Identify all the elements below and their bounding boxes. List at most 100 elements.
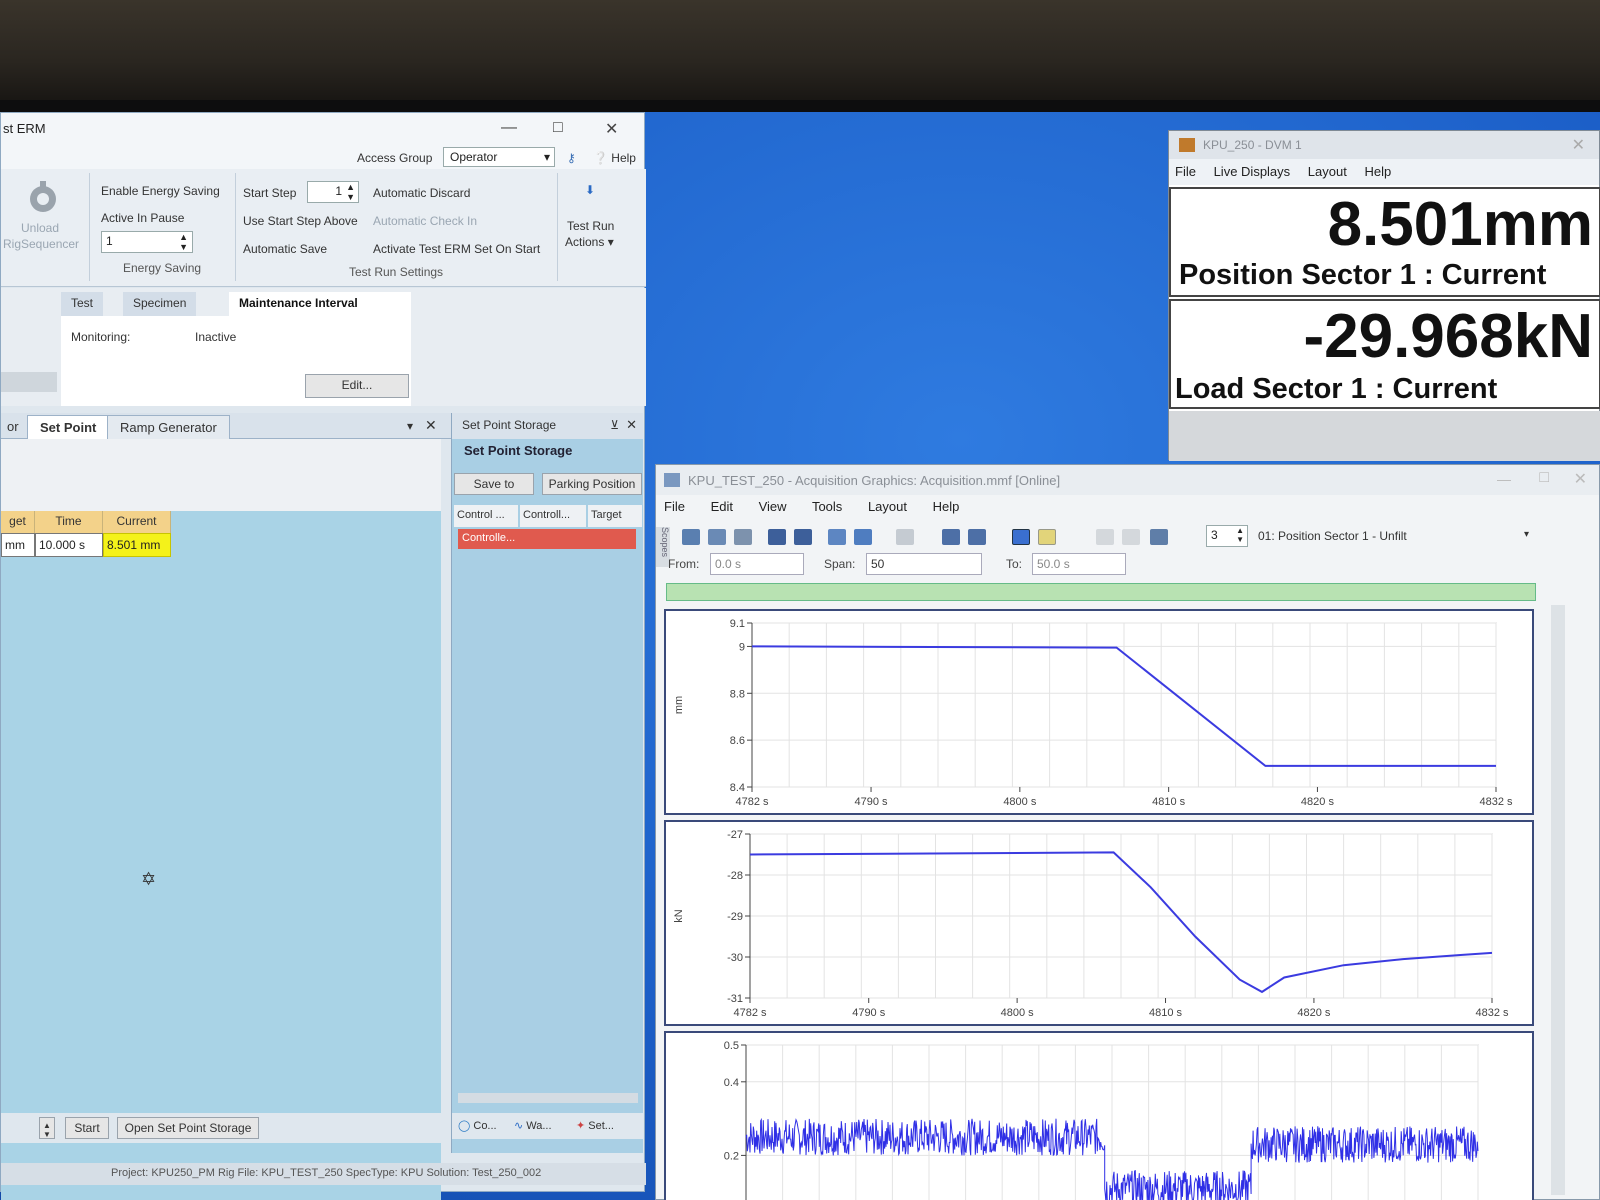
open-icon[interactable] bbox=[682, 529, 700, 545]
to-input[interactable]: 50.0 s bbox=[1032, 553, 1126, 575]
use-start-step-above-checkbox[interactable]: Use Start Step Above bbox=[243, 214, 358, 228]
ribbon-separator bbox=[235, 173, 236, 281]
pin-icon[interactable]: ⊻ bbox=[610, 418, 619, 432]
tab-test[interactable]: Test bbox=[61, 292, 104, 316]
stepper-arrows-icon[interactable]: ▲ ▼ bbox=[39, 1117, 55, 1139]
rig-sequencer-label[interactable]: RigSequencer bbox=[3, 237, 79, 251]
access-group-dropdown[interactable]: Operator ▾ bbox=[443, 147, 555, 167]
chevron-down-icon: ▾ bbox=[607, 235, 614, 249]
minimize-icon[interactable]: — bbox=[501, 119, 517, 137]
menu-layout[interactable]: Layout bbox=[1308, 164, 1347, 179]
cursor-icon[interactable] bbox=[896, 529, 914, 545]
chevron-down-icon[interactable]: ▾ bbox=[1524, 529, 1529, 540]
footer-tab-wa[interactable]: ∿ Wa... bbox=[514, 1119, 552, 1132]
horizontal-scrollbar[interactable] bbox=[458, 1093, 638, 1103]
start-step-stepper[interactable]: 1 ▲ ▼ bbox=[307, 181, 359, 203]
pointer-icon[interactable] bbox=[828, 529, 846, 545]
split-icon[interactable] bbox=[1122, 529, 1140, 545]
menu-edit[interactable]: Edit bbox=[711, 499, 733, 514]
test-run-actions-button[interactable]: Actions ▾ bbox=[565, 235, 614, 249]
from-input[interactable]: 0.0 s bbox=[710, 553, 804, 575]
minimize-icon[interactable]: — bbox=[1497, 471, 1511, 487]
marker-icon[interactable] bbox=[854, 529, 872, 545]
scale-y-icon[interactable] bbox=[794, 529, 812, 545]
grid-cell-time[interactable]: 10.000 s bbox=[35, 533, 103, 557]
ribbon-separator bbox=[557, 173, 558, 281]
menu-layout[interactable]: Layout bbox=[868, 499, 907, 514]
close-icon[interactable]: ✕ bbox=[626, 417, 637, 433]
print-preview-icon[interactable] bbox=[734, 529, 752, 545]
close-icon[interactable]: ✕ bbox=[1572, 135, 1585, 155]
channel-select[interactable]: 01: Position Sector 1 - Unfilt bbox=[1258, 529, 1407, 543]
automatic-check-in-checkbox[interactable]: Automatic Check In bbox=[373, 214, 477, 228]
close-icon[interactable]: ✕ bbox=[605, 119, 618, 139]
unload-label[interactable]: Unload bbox=[21, 221, 59, 235]
print-icon[interactable] bbox=[708, 529, 726, 545]
chevron-down-icon[interactable]: ▾ bbox=[407, 419, 413, 433]
from-label: From: bbox=[668, 557, 700, 571]
grid-cell-target[interactable]: mm bbox=[1, 533, 35, 557]
table-row[interactable]: Controlle... bbox=[458, 529, 636, 549]
x-tick-label: 4832 s bbox=[1479, 796, 1513, 808]
parking-position-button[interactable]: Parking Position bbox=[542, 473, 642, 495]
menu-file[interactable]: File bbox=[1175, 164, 1196, 179]
acquisition-window: KPU_TEST_250 - Acquisition Graphics: Acq… bbox=[655, 464, 1600, 1200]
maximize-icon[interactable]: □ bbox=[553, 119, 563, 137]
close-icon[interactable]: ✕ bbox=[425, 417, 437, 434]
close-icon[interactable]: ✕ bbox=[1574, 469, 1587, 489]
footer-tab-co[interactable]: ◯ Co... bbox=[458, 1119, 497, 1132]
layout-icon[interactable] bbox=[1096, 529, 1114, 545]
maximize-icon[interactable]: □ bbox=[1539, 469, 1549, 487]
tab-set-point[interactable]: Set Point bbox=[27, 415, 110, 439]
panel-title: Set Point Storage bbox=[462, 418, 557, 432]
key-icon[interactable]: ⚷ bbox=[567, 151, 576, 165]
menu-help[interactable]: Help bbox=[1364, 164, 1391, 179]
x-tick-label: 4820 s bbox=[1297, 1007, 1331, 1019]
window-title: KPU_250 - DVM 1 bbox=[1203, 138, 1302, 152]
legend-icon[interactable] bbox=[1038, 529, 1056, 545]
enable-energy-saving-checkbox[interactable]: Enable Energy Saving bbox=[101, 184, 220, 198]
open-set-point-storage-button[interactable]: Open Set Point Storage bbox=[117, 1117, 259, 1139]
globe-icon: ◯ bbox=[458, 1120, 471, 1132]
window-title: KPU_TEST_250 - Acquisition Graphics: Acq… bbox=[688, 473, 1061, 488]
activate-test-erm-checkbox[interactable]: Activate Test ERM Set On Start bbox=[373, 242, 540, 256]
menu-live-displays[interactable]: Live Displays bbox=[1214, 164, 1291, 179]
menu-file[interactable]: File bbox=[664, 499, 685, 514]
load-value: -29.968kN bbox=[1303, 302, 1593, 371]
tab-ramp-generator[interactable]: Ramp Generator bbox=[107, 415, 230, 439]
status-bar: Project: KPU250_PM Rig File: KPU_TEST_25… bbox=[1, 1163, 646, 1185]
tab-specimen[interactable]: Specimen bbox=[123, 292, 197, 316]
help-button[interactable]: ❔ Help bbox=[593, 151, 636, 165]
menu-tools[interactable]: Tools bbox=[812, 499, 842, 514]
active-in-pause-checkbox[interactable]: Active In Pause bbox=[101, 211, 184, 225]
span-input[interactable]: 50 bbox=[866, 553, 982, 575]
gear-icon[interactable] bbox=[23, 179, 63, 222]
edit-button[interactable]: Edit... bbox=[305, 374, 409, 398]
energy-saving-stepper[interactable]: 1 ▲ ▼ bbox=[101, 231, 193, 253]
grid-view-icon[interactable] bbox=[1012, 529, 1030, 545]
automatic-save-checkbox[interactable]: Automatic Save bbox=[243, 242, 327, 256]
y-tick-label: -28 bbox=[727, 870, 743, 882]
channel-stepper[interactable]: 3 ▲ ▼ bbox=[1206, 525, 1248, 547]
footer-tab-label: Co... bbox=[473, 1120, 497, 1132]
y-tick-label: 0.2 bbox=[724, 1150, 739, 1162]
grid-cell-current[interactable]: 8.501 mm bbox=[103, 533, 171, 557]
menu-help[interactable]: Help bbox=[933, 499, 960, 514]
save-to-button[interactable]: Save to bbox=[454, 473, 534, 495]
zoom-icon[interactable] bbox=[942, 529, 960, 545]
test-run-label[interactable]: Test Run bbox=[567, 219, 614, 233]
pan-icon[interactable] bbox=[968, 529, 986, 545]
vertical-scrollbar[interactable] bbox=[1551, 605, 1565, 1195]
start-button[interactable]: Start bbox=[65, 1117, 109, 1139]
down-arrow-icon[interactable]: ⬇ bbox=[585, 183, 595, 197]
tab-generator[interactable]: or bbox=[0, 415, 31, 439]
automatic-discard-checkbox[interactable]: Automatic Discard bbox=[373, 186, 470, 200]
footer-tab-set[interactable]: ✦ Set... bbox=[576, 1119, 614, 1132]
menu-view[interactable]: View bbox=[759, 499, 787, 514]
time-scrollbar[interactable] bbox=[666, 583, 1536, 601]
tab-maintenance-interval[interactable]: Maintenance Interval bbox=[229, 292, 411, 316]
scale-x-icon[interactable] bbox=[768, 529, 786, 545]
settings-icon[interactable] bbox=[1150, 529, 1168, 545]
x-tick-label: 4800 s bbox=[1001, 1007, 1035, 1019]
ribbon: Unload RigSequencer Enable Energy Saving… bbox=[1, 169, 646, 287]
